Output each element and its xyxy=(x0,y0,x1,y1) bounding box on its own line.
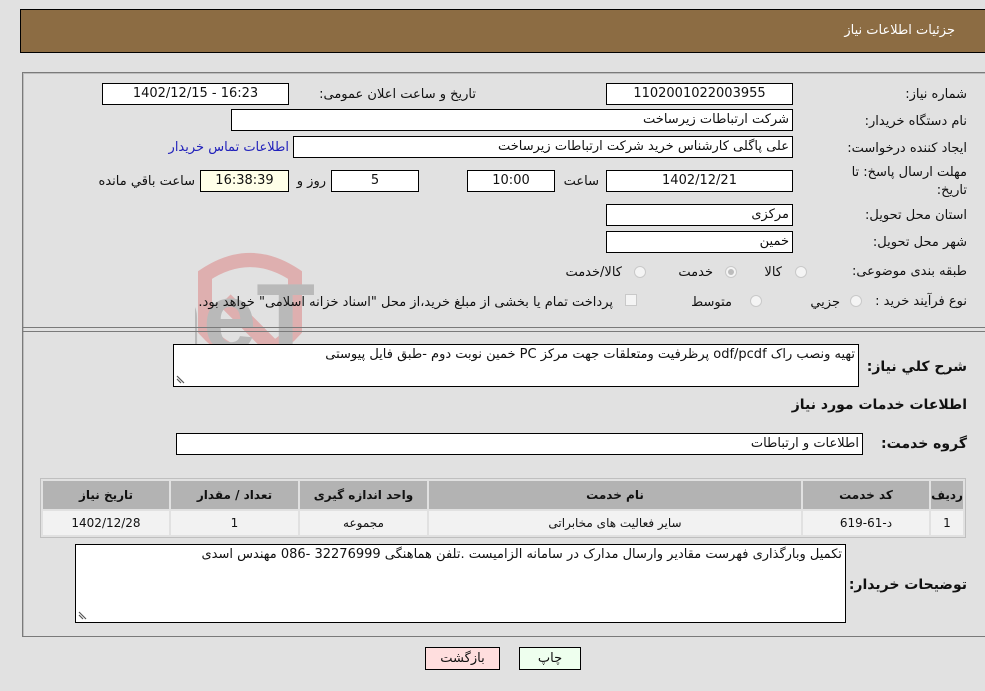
need-number-field: 1102001022003955 xyxy=(606,83,793,105)
deadline-label: مهلت ارسال پاسخ: تا xyxy=(851,165,967,180)
announce-field: 1402/12/15 - 16:23 xyxy=(102,83,289,105)
category-radio-goods[interactable] xyxy=(795,266,807,278)
service-group-field: اطلاعات و ارتباطات xyxy=(176,433,863,455)
buyer-notes-label: توضیحات خریدار: xyxy=(848,577,967,593)
buyer-notes-text: تکمیل وبارگذاری فهرست مقادیر وارسال مدار… xyxy=(201,547,842,562)
cell-unit: مجموعه xyxy=(300,511,427,535)
province-field: مرکزی xyxy=(606,204,793,226)
col-header-unit: واحد اندازه گیری xyxy=(300,481,427,509)
category-option-goods-service: کالا/خدمت xyxy=(565,265,622,280)
services-section-title: اطلاعات خدمات مورد نیاز xyxy=(791,397,967,413)
col-header-service-name: نام خدمت xyxy=(429,481,801,509)
deadline-label-date: تاریخ: xyxy=(936,183,967,198)
page-header: جزئیات اطلاعات نیاز xyxy=(20,9,985,53)
requester-label: ایجاد کننده درخواست: xyxy=(847,141,967,156)
need-number-label: شماره نیاز: xyxy=(905,87,967,102)
cell-service-code: د-61-619 xyxy=(803,511,929,535)
category-option-goods: کالا xyxy=(764,265,782,280)
resize-grip-icon[interactable] xyxy=(78,611,87,620)
cell-quantity: 1 xyxy=(171,511,298,535)
announce-label: تاریخ و ساعت اعلان عمومی: xyxy=(319,87,476,102)
print-button[interactable]: چاپ xyxy=(519,647,581,670)
resize-grip-icon[interactable] xyxy=(176,375,185,384)
process-radio-medium[interactable] xyxy=(750,295,762,307)
deadline-date-field: 1402/12/21 xyxy=(606,170,793,192)
cell-row-number: 1 xyxy=(931,511,963,535)
city-label: شهر محل تحویل: xyxy=(872,235,967,250)
category-label: طبقه بندی موضوعی: xyxy=(851,264,967,279)
days-label: روز و xyxy=(296,174,326,189)
deadline-time-field: 10:00 xyxy=(467,170,555,192)
days-remaining-field: 5 xyxy=(331,170,419,192)
buyer-notes-textarea[interactable]: تکمیل وبارگذاری فهرست مقادیر وارسال مدار… xyxy=(75,544,846,623)
buyer-org-label: نام دستگاه خریدار: xyxy=(864,114,967,129)
time-remaining-field: 16:38:39 xyxy=(200,170,289,192)
service-group-label: گروه خدمت: xyxy=(881,436,967,452)
back-button[interactable]: بازگشت xyxy=(425,647,500,670)
treasury-checkbox[interactable] xyxy=(625,294,637,306)
description-text: تهیه ونصب راک odf/pcdf پرظرفیت ومتعلقات … xyxy=(325,347,855,362)
city-field: خمین xyxy=(606,231,793,253)
process-option-medium: متوسط xyxy=(691,295,732,310)
table-row: 1 د-61-619 سایر فعالیت های مخابراتی مجمو… xyxy=(43,511,963,535)
category-radio-goods-service[interactable] xyxy=(634,266,646,278)
buyer-org-field: شرکت ارتباطات زیرساخت xyxy=(231,109,793,131)
cell-need-date: 1402/12/28 xyxy=(43,511,169,535)
buyer-contact-link[interactable]: اطلاعات تماس خریدار xyxy=(169,140,289,155)
category-radio-service[interactable] xyxy=(725,266,737,278)
category-option-service: خدمت xyxy=(678,265,713,280)
table-header-row: ردیف کد خدمت نام خدمت واحد اندازه گیری ت… xyxy=(43,481,963,509)
page-title: جزئیات اطلاعات نیاز xyxy=(844,23,955,38)
process-option-minor: جزیي xyxy=(810,295,840,310)
services-table: ردیف کد خدمت نام خدمت واحد اندازه گیری ت… xyxy=(40,478,966,538)
col-header-service-code: کد خدمت xyxy=(803,481,929,509)
time-remaining-label: ساعت باقي مانده xyxy=(98,174,195,189)
divider xyxy=(22,331,985,332)
col-header-quantity: تعداد / مقدار xyxy=(171,481,298,509)
process-label: نوع فرآیند خرید : xyxy=(875,294,967,309)
requester-field: علی پاگلی کارشناس خرید شرکت ارتباطات زیر… xyxy=(293,136,793,158)
divider xyxy=(22,327,985,328)
col-header-need-date: تاریخ نیاز xyxy=(43,481,169,509)
col-header-row-number: ردیف xyxy=(931,481,963,509)
cell-service-name: سایر فعالیت های مخابراتی xyxy=(429,511,801,535)
description-label: شرح کلي نیاز: xyxy=(866,359,967,375)
process-radio-minor[interactable] xyxy=(850,295,862,307)
description-textarea[interactable]: تهیه ونصب راک odf/pcdf پرظرفیت ومتعلقات … xyxy=(173,344,859,387)
deadline-time-label: ساعت xyxy=(563,174,599,189)
province-label: استان محل تحویل: xyxy=(865,208,967,223)
treasury-note: پرداخت تمام یا بخشی از مبلغ خرید،از محل … xyxy=(198,295,613,310)
